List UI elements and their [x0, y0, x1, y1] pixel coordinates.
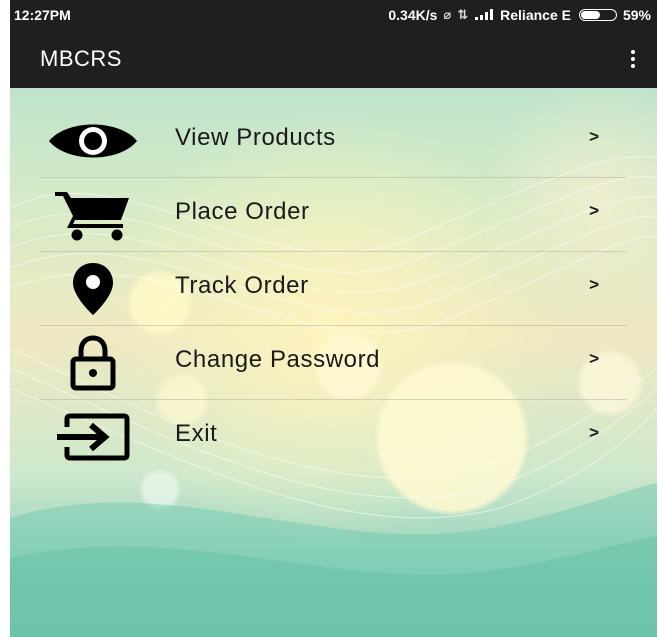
eye-icon	[38, 112, 148, 170]
location-pin-icon	[38, 260, 148, 318]
overflow-menu-icon[interactable]	[623, 46, 643, 72]
menu-item-change-password[interactable]: Change Password >	[10, 326, 657, 400]
menu-item-label: Change Password	[175, 346, 381, 373]
shopping-cart-icon	[38, 186, 148, 244]
menu-item-label: View Products	[175, 124, 336, 151]
app-bar: MBCRS	[10, 30, 657, 88]
menu-item-label: Exit	[175, 420, 218, 447]
chevron-right-icon: >	[589, 127, 599, 146]
menu-dot	[631, 57, 635, 61]
battery-level	[580, 11, 600, 19]
vibrate-off-icon: ⌀	[443, 7, 452, 22]
menu-item-label: Place Order	[175, 198, 310, 225]
data-transfer-icon: ⇅	[457, 7, 469, 22]
menu-item-label: Track Order	[175, 272, 309, 299]
carrier-name: Reliance E	[500, 7, 571, 23]
menu-item-exit[interactable]: Exit >	[10, 400, 657, 474]
menu-dot	[631, 50, 635, 54]
main-content: View Products > Place Order > Track Orde…	[10, 88, 657, 637]
menu-item-view-products[interactable]: View Products >	[10, 104, 657, 178]
status-indicators: 0.34K/s ⌀ ⇅ Reliance E 59%	[388, 7, 651, 23]
chevron-right-icon: >	[589, 201, 599, 220]
menu-item-place-order[interactable]: Place Order >	[10, 178, 657, 252]
chevron-right-icon: >	[589, 275, 599, 294]
phone-screen: 12:27PM 0.34K/s ⌀ ⇅ Reliance E 59% MBCRS	[10, 0, 657, 637]
signal-icon	[475, 9, 494, 20]
chevron-right-icon: >	[589, 423, 599, 442]
chevron-right-icon: >	[589, 349, 599, 368]
battery-percent: 59%	[622, 7, 651, 23]
exit-icon	[38, 408, 148, 466]
battery-icon	[578, 9, 617, 21]
status-bar: 12:27PM 0.34K/s ⌀ ⇅ Reliance E 59%	[10, 0, 657, 30]
menu-item-track-order[interactable]: Track Order >	[10, 252, 657, 326]
status-time: 12:27PM	[14, 7, 71, 23]
network-speed: 0.34K/s	[388, 7, 438, 23]
app-title: MBCRS	[40, 46, 122, 71]
menu-dot	[631, 64, 635, 68]
lock-icon	[38, 334, 148, 392]
